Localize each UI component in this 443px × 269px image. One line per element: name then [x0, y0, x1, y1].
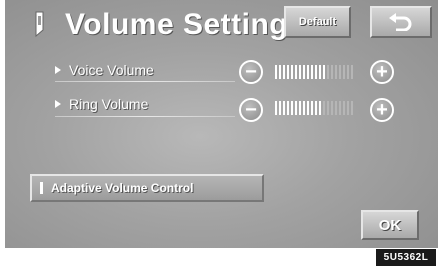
ring-volume-increase-button[interactable]: +: [370, 98, 394, 122]
page-title: Volume Settings: [65, 8, 306, 41]
indicator-icon: [40, 182, 43, 194]
volume-level-segment: [351, 101, 353, 115]
volume-level-segment: [315, 101, 317, 115]
back-button[interactable]: [370, 6, 432, 38]
volume-level-segment: [307, 101, 309, 115]
volume-level-segment: [291, 101, 293, 115]
volume-level-segment: [335, 65, 337, 79]
bullet-icon: [55, 66, 61, 74]
volume-level-segment: [295, 65, 297, 79]
volume-level-segment: [307, 65, 309, 79]
ring-volume-label: Ring Volume: [55, 96, 148, 112]
default-button[interactable]: Default: [284, 6, 351, 38]
volume-level-segment: [327, 65, 329, 79]
volume-level-segment: [315, 65, 317, 79]
volume-level-segment: [319, 101, 321, 115]
row-divider: [55, 81, 235, 82]
volume-level-segment: [299, 101, 301, 115]
row-divider: [55, 116, 235, 117]
voice-volume-text: Voice Volume: [69, 62, 154, 78]
volume-level-segment: [339, 65, 341, 79]
volume-level-segment: [335, 101, 337, 115]
volume-level-segment: [279, 101, 281, 115]
volume-level-segment: [291, 65, 293, 79]
volume-level-segment: [311, 65, 313, 79]
volume-level-segment: [323, 101, 325, 115]
volume-level-segment: [287, 101, 289, 115]
volume-level-segment: [303, 65, 305, 79]
volume-level-segment: [339, 101, 341, 115]
volume-level-segment: [343, 65, 345, 79]
volume-level-segment: [347, 101, 349, 115]
adaptive-volume-control-button[interactable]: Adaptive Volume Control: [30, 174, 264, 202]
volume-level-segment: [331, 101, 333, 115]
volume-level-segment: [295, 101, 297, 115]
volume-level-segment: [275, 101, 277, 115]
ring-volume-level-bar: [275, 100, 353, 116]
volume-level-segment: [323, 65, 325, 79]
image-code-label: 5U5362L: [376, 249, 436, 266]
ring-volume-decrease-button[interactable]: −: [239, 98, 263, 122]
volume-level-segment: [351, 65, 353, 79]
volume-level-segment: [331, 65, 333, 79]
volume-level-segment: [279, 65, 281, 79]
volume-level-segment: [287, 65, 289, 79]
volume-level-segment: [283, 65, 285, 79]
voice-volume-decrease-button[interactable]: −: [239, 60, 263, 84]
voice-volume-increase-button[interactable]: +: [370, 60, 394, 84]
volume-level-segment: [299, 65, 301, 79]
back-arrow-icon: [389, 13, 412, 31]
volume-level-segment: [283, 101, 285, 115]
volume-level-segment: [303, 101, 305, 115]
volume-level-segment: [347, 65, 349, 79]
ring-volume-text: Ring Volume: [69, 96, 149, 112]
volume-level-segment: [327, 101, 329, 115]
bullet-icon: [55, 100, 61, 108]
volume-icon: [35, 11, 44, 38]
volume-level-segment: [275, 65, 277, 79]
voice-volume-level-bar: [275, 64, 353, 80]
volume-level-segment: [311, 101, 313, 115]
volume-settings-screen: Volume Settings Default Voice Volume − +…: [5, 0, 438, 248]
adaptive-volume-control-label: Adaptive Volume Control: [51, 181, 194, 195]
volume-level-segment: [319, 65, 321, 79]
volume-level-segment: [343, 101, 345, 115]
voice-volume-label: Voice Volume: [55, 62, 154, 78]
ok-button[interactable]: OK: [361, 210, 419, 240]
